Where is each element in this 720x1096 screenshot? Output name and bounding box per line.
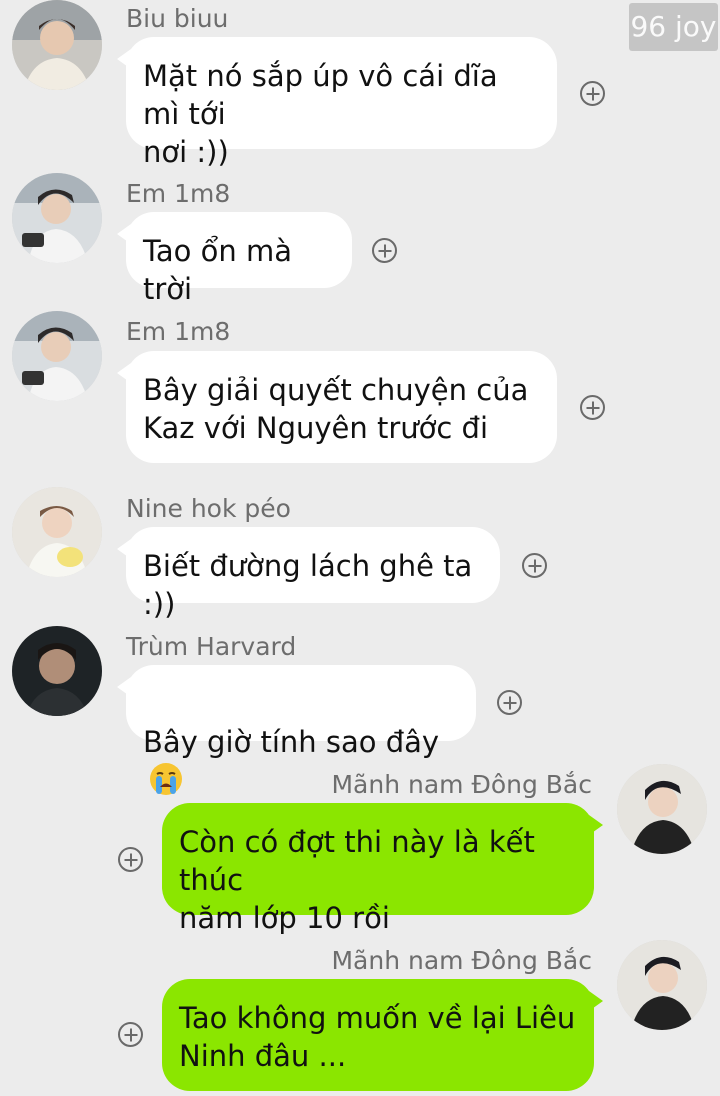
sender-name: Biu biuu xyxy=(126,4,229,33)
avatar[interactable] xyxy=(12,0,102,90)
avatar[interactable] xyxy=(12,173,102,263)
message-bubble[interactable]: Mặt nó sắp úp vô cái dĩa mì tới nơi :)) xyxy=(117,37,557,169)
plus-circle-icon[interactable] xyxy=(580,81,605,106)
message-text: Bây giờ tính sao đây xyxy=(143,725,440,759)
message-bubble[interactable]: Biết đường lách ghê ta :)) xyxy=(117,527,500,621)
avatar[interactable] xyxy=(12,487,102,577)
sender-name: Nine hok péo xyxy=(126,494,291,523)
plus-circle-icon[interactable] xyxy=(372,238,397,263)
sender-name: Mãnh nam Đông Bắc xyxy=(331,946,592,975)
avatar[interactable] xyxy=(617,764,707,854)
sender-name: Mãnh nam Đông Bắc xyxy=(331,770,592,799)
message-bubble[interactable]: Bây giải quyết chuyện của Kaz với Nguyên… xyxy=(117,351,557,463)
plus-circle-icon[interactable] xyxy=(497,690,522,715)
watermark: 96 joy xyxy=(629,3,718,51)
sender-name: Em 1m8 xyxy=(126,179,231,208)
avatar[interactable] xyxy=(12,311,102,401)
plus-circle-icon[interactable] xyxy=(580,395,605,420)
avatar[interactable] xyxy=(617,940,707,1030)
sender-name: Em 1m8 xyxy=(126,317,231,346)
message-bubble[interactable]: Còn có đợt thi này là kết thúc năm lớp 1… xyxy=(162,803,603,935)
plus-circle-icon[interactable] xyxy=(118,847,143,872)
plus-circle-icon[interactable] xyxy=(118,1022,143,1047)
crying-face-emoji xyxy=(149,762,183,796)
message-bubble[interactable]: Tao không muốn về lại Liêu Ninh đâu ... xyxy=(162,979,603,1091)
sender-name: Trùm Harvard xyxy=(126,632,297,661)
message-bubble[interactable]: Bây giờ tính sao đây xyxy=(117,665,476,795)
message-bubble[interactable]: Tao ổn mà trời xyxy=(117,212,352,306)
avatar[interactable] xyxy=(12,626,102,716)
plus-circle-icon[interactable] xyxy=(522,553,547,578)
